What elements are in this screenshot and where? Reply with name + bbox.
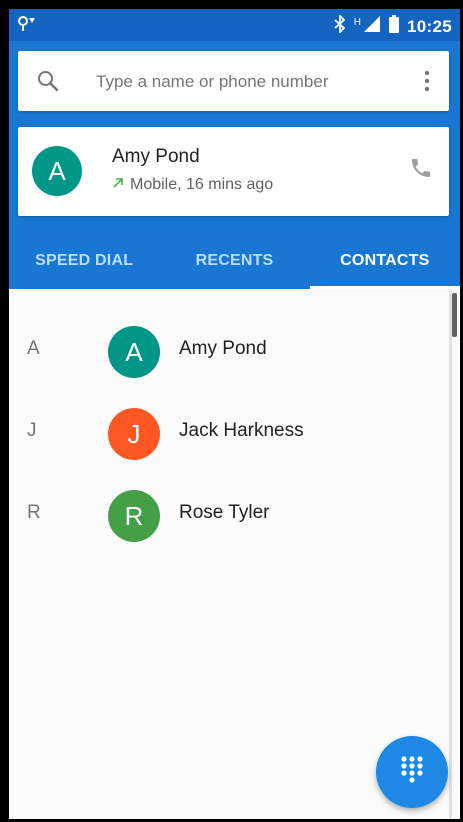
contact-name: Rose Tyler [179,502,270,523]
dialpad-icon [400,755,424,790]
avatar: A [108,326,160,378]
app-header: A Amy Pond Mobile, 16 mins ago SPEED DIA… [9,41,460,289]
recent-contact-name: Amy Pond [112,146,200,167]
more-vert-icon[interactable] [423,69,431,98]
section-letter: J [27,420,37,441]
tab-contacts[interactable]: CONTACTS [309,236,460,289]
network-type-label: H [353,17,362,28]
scrollbar-track[interactable] [449,291,452,819]
dialer-screen: H 10:25 Type a name or phone number A Am… [9,9,460,819]
list-item[interactable]: J J Jack Harkness [9,393,449,475]
contacts-list: A A Amy Pond J J Jack Harkness R R Rose … [9,289,460,819]
avatar: R [108,490,160,542]
tab-bar: SPEED DIAL RECENTS CONTACTS [9,236,460,289]
avatar-initial: J [127,418,141,449]
bluetooth-icon [334,13,346,38]
avatar: J [108,408,160,460]
dialpad-button[interactable] [376,736,448,808]
search-input[interactable] [94,51,398,113]
avatar-initial: A [48,155,66,186]
section-letter: A [27,338,40,359]
contact-name: Amy Pond [179,338,267,359]
contact-name: Jack Harkness [179,420,304,441]
battery-icon [389,15,400,38]
list-item[interactable]: R R Rose Tyler [9,475,449,557]
status-time: 10:25 [407,16,452,36]
tab-recents[interactable]: RECENTS [159,236,309,289]
avatar-initial: R [124,500,144,531]
recent-call-detail: Mobile, 16 mins ago [112,176,273,194]
section-letter: R [27,502,41,523]
tab-speed-dial[interactable]: SPEED DIAL [9,236,159,289]
voicemail-icon [17,15,37,38]
status-icons: H 10:25 [334,13,452,38]
outgoing-call-icon [112,176,124,194]
phone-icon[interactable] [409,156,433,185]
recent-call-description: Mobile, 16 mins ago [130,176,274,193]
scrollbar-thumb[interactable] [452,293,457,337]
avatar: A [32,146,82,196]
status-bar: H 10:25 [9,9,460,41]
search-icon[interactable] [36,69,60,98]
search-bar[interactable] [18,51,449,113]
recent-call-card[interactable]: A Amy Pond Mobile, 16 mins ago [18,127,449,216]
avatar-initial: A [125,336,143,367]
list-item[interactable]: A A Amy Pond [9,311,449,393]
signal-icon [363,15,381,38]
